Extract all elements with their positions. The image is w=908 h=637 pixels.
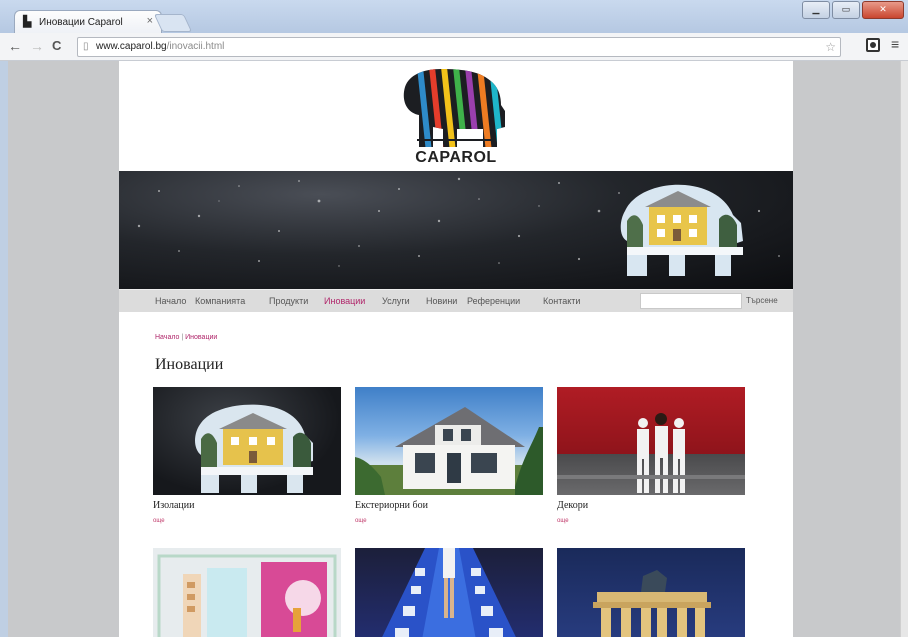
nav-item-references[interactable]: Референции: [467, 296, 520, 306]
maximize-button[interactable]: ▭: [832, 1, 860, 19]
nav-item-company[interactable]: Компанията: [195, 296, 245, 306]
brandenburg-gate-image[interactable]: [557, 548, 745, 637]
caparol-logo[interactable]: CAPAROL: [397, 67, 515, 169]
interior-room-image[interactable]: [153, 548, 341, 637]
insulation-image[interactable]: [153, 387, 341, 495]
url-path: /inovacii.html: [166, 41, 225, 52]
browser-menu-icon[interactable]: ≡: [891, 36, 899, 52]
breadcrumb-current: Иновации: [185, 334, 218, 341]
page-title: Иновации: [155, 356, 224, 373]
runway-image[interactable]: [355, 548, 543, 637]
card-more-link[interactable]: още: [153, 518, 165, 524]
breadcrumb: Начало | Иновации: [155, 334, 217, 341]
fashion-models-picture: [557, 413, 745, 493]
bookmark-star-icon[interactable]: ☆: [825, 38, 836, 56]
browser-tab-bar: ▙ Иновации Caparol × ▁ ▭ ✕: [0, 0, 908, 34]
card-caption[interactable]: Екстериорни бои: [355, 500, 428, 511]
snow-stars-decoration: [137, 177, 780, 276]
interior-room-picture: [153, 548, 341, 637]
main-navigation: Начало Компанията Продукти Иновации Услу…: [119, 289, 793, 312]
hero-banner: [119, 171, 793, 289]
nav-item-news[interactable]: Новини: [426, 296, 457, 306]
search-input[interactable]: [640, 293, 742, 309]
browser-tab[interactable]: ▙ Иновации Caparol ×: [14, 10, 162, 34]
house-in-elephant-picture: [195, 404, 313, 493]
tab-close-icon[interactable]: ×: [147, 15, 153, 27]
minimize-button[interactable]: ▁: [802, 1, 830, 19]
nav-item-services[interactable]: Услуги: [382, 296, 410, 306]
card-caption[interactable]: Изолации: [153, 500, 194, 511]
extension-icon[interactable]: [866, 38, 880, 52]
tab-title: Иновации Caparol: [39, 17, 123, 28]
breadcrumb-home[interactable]: Начало: [155, 334, 179, 341]
nav-item-products[interactable]: Продукти: [269, 296, 308, 306]
exterior-paints-image[interactable]: [355, 387, 543, 495]
elephant-logo-icon: [403, 69, 506, 147]
modern-house-picture: [355, 407, 543, 495]
runway-picture: [382, 548, 516, 637]
page-scrollbar[interactable]: [900, 61, 908, 637]
nav-item-home[interactable]: Начало: [155, 296, 186, 306]
breadcrumb-separator: |: [181, 334, 184, 341]
house-elephant-window: [620, 184, 743, 276]
url-host: www.caparol.bg: [96, 41, 167, 52]
forward-arrow-icon[interactable]: →: [30, 38, 44, 54]
reload-icon[interactable]: C: [52, 38, 61, 54]
url-text: www.caparol.bg/inovacii.html: [96, 38, 224, 56]
logo-wordmark: CAPAROL: [415, 149, 497, 166]
card-caption[interactable]: Декори: [557, 500, 588, 511]
brandenburg-gate-picture: [593, 570, 711, 637]
card-more-link[interactable]: още: [557, 518, 569, 524]
page-icon: ▯: [83, 41, 89, 52]
decors-image[interactable]: [557, 387, 745, 495]
website-page: CAPAROL Начало Компанията Продукти Инова…: [119, 61, 793, 637]
back-arrow-icon[interactable]: ←: [8, 38, 22, 54]
address-bar[interactable]: ▯ www.caparol.bg/inovacii.html ☆: [77, 37, 841, 57]
page-viewport: CAPAROL Начало Компанията Продукти Инова…: [8, 61, 900, 637]
nav-item-contacts[interactable]: Контакти: [543, 296, 580, 306]
nav-item-innovations[interactable]: Иновации: [324, 296, 365, 306]
window-controls: ▁ ▭ ✕: [800, 1, 904, 19]
card-more-link[interactable]: още: [355, 518, 367, 524]
search-button[interactable]: Търсене: [746, 296, 778, 305]
window-close-button[interactable]: ✕: [862, 1, 904, 19]
elephant-favicon-icon: ▙: [23, 16, 32, 28]
browser-toolbar: ← → C ▯ www.caparol.bg/inovacii.html ☆: [0, 33, 908, 61]
